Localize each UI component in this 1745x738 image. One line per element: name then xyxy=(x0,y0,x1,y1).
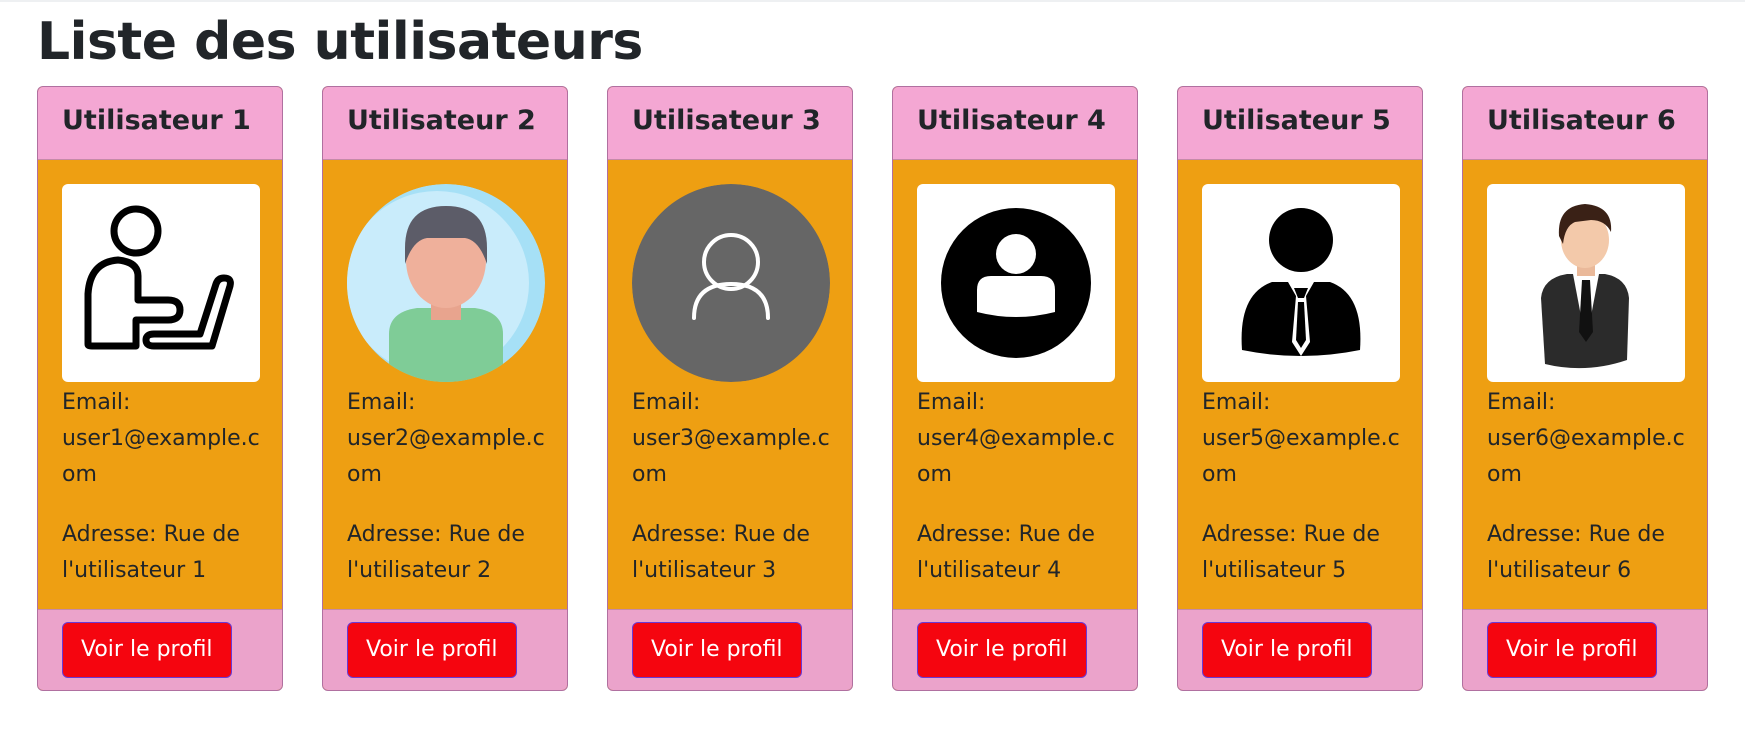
address-text: Adresse: Rue de l'utilisateur 2 xyxy=(347,522,525,583)
card-footer: Voir le profil xyxy=(1463,609,1707,690)
email-label: Email: xyxy=(1487,390,1556,415)
user-card-4: Utilisateur 4 Email: user4@example.com A… xyxy=(892,86,1138,691)
person-at-laptop-icon xyxy=(62,184,260,382)
card-body: Email: user5@example.com Adresse: Rue de… xyxy=(1178,160,1422,611)
user-outline-icon xyxy=(632,184,830,382)
user-circle-icon xyxy=(917,184,1115,382)
email-value: user4@example.com xyxy=(917,426,1115,487)
card-title: Utilisateur 3 xyxy=(608,87,852,160)
view-profile-button[interactable]: Voir le profil xyxy=(347,622,517,678)
card-footer: Voir le profil xyxy=(1178,609,1422,690)
card-footer: Voir le profil xyxy=(893,609,1137,690)
user-card-3: Utilisateur 3 Email: user3@example.com A… xyxy=(607,86,853,691)
card-footer: Voir le profil xyxy=(608,609,852,690)
address-text: Adresse: Rue de l'utilisateur 6 xyxy=(1487,522,1665,583)
address-text: Adresse: Rue de l'utilisateur 3 xyxy=(632,522,810,583)
card-body: Email: user1@example.com Adresse: Rue de… xyxy=(38,160,282,611)
user-card-1: Utilisateur 1 Email: user1@example.com A… xyxy=(37,86,283,691)
card-title: Utilisateur 2 xyxy=(323,87,567,160)
email-value: user2@example.com xyxy=(347,426,545,487)
user-info: Email: user5@example.com Adresse: Rue de… xyxy=(1202,385,1412,589)
card-footer: Voir le profil xyxy=(38,609,282,690)
address-text: Adresse: Rue de l'utilisateur 1 xyxy=(62,522,240,583)
card-body: Email: user6@example.com Adresse: Rue de… xyxy=(1463,160,1707,611)
address-text: Adresse: Rue de l'utilisateur 4 xyxy=(917,522,1095,583)
user-info: Email: user1@example.com Adresse: Rue de… xyxy=(62,385,272,589)
card-body: Email: user4@example.com Adresse: Rue de… xyxy=(893,160,1137,611)
businessman-suit-icon xyxy=(1487,184,1685,382)
email-label: Email: xyxy=(917,390,986,415)
email-label: Email: xyxy=(62,390,131,415)
user-info: Email: user3@example.com Adresse: Rue de… xyxy=(632,385,842,589)
email-label: Email: xyxy=(632,390,701,415)
card-title: Utilisateur 5 xyxy=(1178,87,1422,160)
card-title: Utilisateur 1 xyxy=(38,87,282,160)
user-info: Email: user4@example.com Adresse: Rue de… xyxy=(917,385,1127,589)
page-title: Liste des utilisateurs xyxy=(37,12,643,72)
card-body: Email: user3@example.com Adresse: Rue de… xyxy=(608,160,852,611)
email-value: user1@example.com xyxy=(62,426,260,487)
view-profile-button[interactable]: Voir le profil xyxy=(62,622,232,678)
user-card-2: Utilisateur 2 Email: user2@example.com A… xyxy=(322,86,568,691)
card-body: Email: user2@example.com Adresse: Rue de… xyxy=(323,160,567,611)
user-info: Email: user2@example.com Adresse: Rue de… xyxy=(347,385,557,589)
view-profile-button[interactable]: Voir le profil xyxy=(1487,622,1657,678)
user-card-6: Utilisateur 6 Email: user6@example.com A… xyxy=(1462,86,1708,691)
card-title: Utilisateur 4 xyxy=(893,87,1137,160)
user-info: Email: user6@example.com Adresse: Rue de… xyxy=(1487,385,1697,589)
card-title: Utilisateur 6 xyxy=(1463,87,1707,160)
email-label: Email: xyxy=(347,390,416,415)
cartoon-person-avatar-icon xyxy=(347,184,545,382)
address-text: Adresse: Rue de l'utilisateur 5 xyxy=(1202,522,1380,583)
businessman-tie-icon xyxy=(1202,184,1400,382)
email-value: user3@example.com xyxy=(632,426,830,487)
view-profile-button[interactable]: Voir le profil xyxy=(1202,622,1372,678)
user-card-5: Utilisateur 5 Email: user5@example.com A… xyxy=(1177,86,1423,691)
view-profile-button[interactable]: Voir le profil xyxy=(917,622,1087,678)
email-value: user6@example.com xyxy=(1487,426,1685,487)
card-footer: Voir le profil xyxy=(323,609,567,690)
email-label: Email: xyxy=(1202,390,1271,415)
email-value: user5@example.com xyxy=(1202,426,1400,487)
top-divider xyxy=(0,0,1745,2)
view-profile-button[interactable]: Voir le profil xyxy=(632,622,802,678)
